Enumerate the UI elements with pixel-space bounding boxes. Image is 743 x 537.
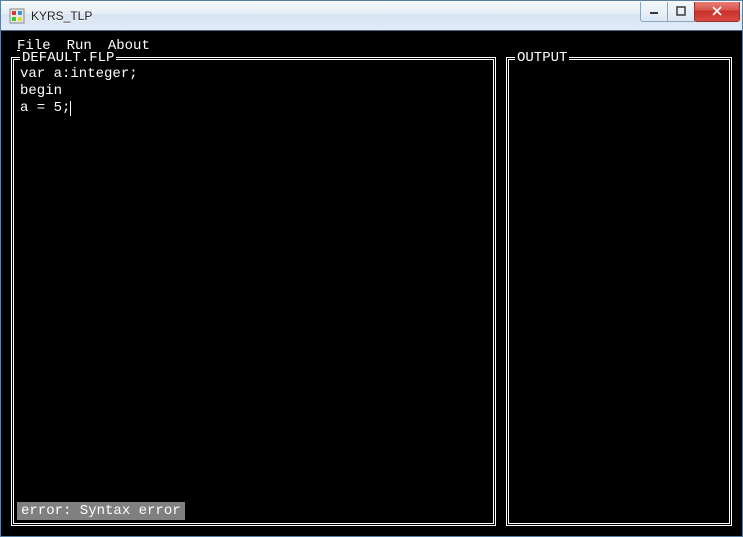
minimize-button[interactable] [640,2,668,22]
output-panel-title: OUTPUT [515,50,569,66]
close-button[interactable] [694,2,740,22]
app-window: KYRS_TLP File Run About DEFAULT.FLP var … [0,0,743,537]
window-title: KYRS_TLP [31,9,92,23]
editor-panel: DEFAULT.FLP var a:integer; begin a = 5; … [11,57,496,526]
output-panel: OUTPUT [506,57,732,526]
window-controls [641,2,740,22]
maximize-button[interactable] [667,2,695,22]
output-content [509,60,729,523]
text-caret [70,101,71,116]
app-icon [9,8,25,24]
titlebar[interactable]: KYRS_TLP [1,1,742,31]
code-editor[interactable]: var a:integer; begin a = 5; [14,60,493,523]
status-bar: error: Syntax error [17,502,185,520]
client-area: File Run About DEFAULT.FLP var a:integer… [1,31,742,536]
panels: DEFAULT.FLP var a:integer; begin a = 5; … [11,57,732,526]
editor-content: var a:integer; begin a = 5; [20,66,138,116]
